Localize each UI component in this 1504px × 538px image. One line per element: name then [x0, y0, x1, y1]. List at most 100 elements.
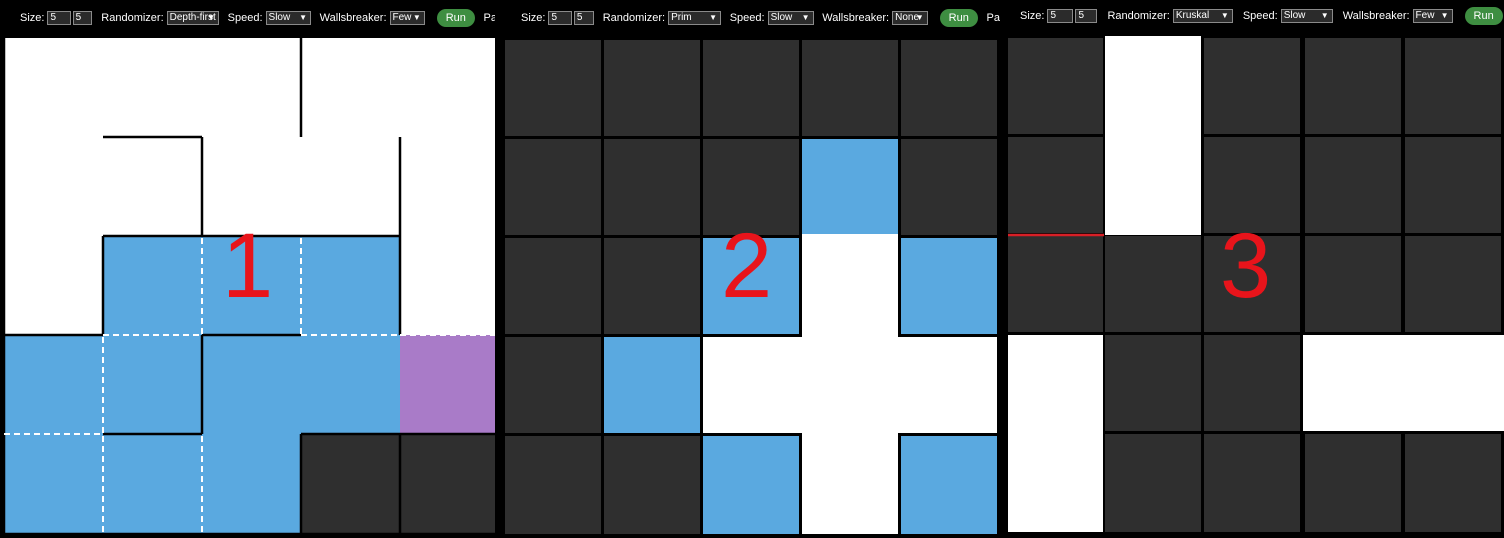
wallsbreaker-select[interactable]: None ▼	[892, 11, 928, 25]
randomizer-label: Randomizer:	[101, 12, 164, 24]
size-width-input[interactable]: 5	[1047, 9, 1074, 23]
maze-panel-1: Size: 5 5 Randomizer: Depth-first ▼ Speed…	[0, 0, 497, 538]
maze-cell	[505, 139, 601, 235]
chevron-down-icon: ▼	[801, 13, 810, 22]
maze-cell	[802, 139, 898, 235]
maze-cell	[1008, 38, 1103, 134]
maze-cell	[202, 434, 302, 534]
maze-cell	[1008, 433, 1103, 532]
maze-cell	[1008, 236, 1103, 332]
speed-value: Slow	[770, 12, 793, 23]
maze-cell	[703, 40, 799, 136]
randomizer-value: Kruskal	[1175, 10, 1210, 21]
run-button[interactable]: Run	[1464, 7, 1503, 25]
wallsbreaker-label: Wallsbreaker:	[319, 12, 387, 24]
randomizer-select[interactable]: Prim ▼	[668, 11, 722, 25]
maze-cell	[202, 335, 302, 435]
maze-cell	[202, 38, 302, 138]
maze-cell	[103, 335, 203, 435]
speed-label: Speed:	[227, 12, 263, 24]
maze-cell	[1305, 434, 1401, 532]
maze-cell	[301, 38, 401, 138]
toolbar: Size: 5 5 Randomizer: Prim ▼ Speed: Slow ▼…	[503, 0, 1000, 36]
size-label: Size:	[20, 12, 45, 24]
maze-cell	[4, 335, 104, 435]
maze-cell	[1105, 134, 1201, 235]
randomizer-value: Prim	[671, 12, 692, 23]
wallsbreaker-value: Few	[1415, 10, 1435, 21]
maze-cell	[505, 337, 601, 433]
chevron-down-icon: ▼	[1440, 11, 1449, 20]
maze-cell	[1305, 236, 1401, 332]
maze-cell	[301, 236, 401, 336]
maze-cell	[802, 238, 898, 334]
maze-cell	[1303, 335, 1403, 431]
maze-cell	[505, 238, 601, 334]
maze-cell	[103, 38, 203, 138]
maze-cell	[1008, 137, 1103, 233]
size-width-input[interactable]: 5	[47, 11, 71, 25]
chevron-down-icon: ▼	[412, 13, 421, 22]
speed-select[interactable]: Slow ▼	[265, 11, 312, 25]
size-height-input[interactable]: 5	[1075, 9, 1098, 23]
maze-cell	[1105, 335, 1201, 431]
randomizer-label: Randomizer:	[602, 12, 666, 24]
toolbar: Size: 5 5 Randomizer: Kruskal ▼ Speed: Sl…	[1006, 0, 1504, 32]
maze-cell	[301, 434, 401, 534]
speed-value: Slow	[1283, 10, 1306, 21]
maze-cell	[4, 137, 104, 237]
run-button[interactable]: Run	[436, 9, 475, 27]
maze-cell	[103, 434, 203, 534]
maze-cell	[802, 40, 898, 136]
randomizer-select[interactable]: Kruskal ▼	[1172, 9, 1233, 23]
maze-cell	[1204, 434, 1300, 532]
randomizer-label: Randomizer:	[1107, 10, 1170, 22]
maze-cell	[1105, 236, 1201, 332]
wallsbreaker-label: Wallsbreaker:	[1342, 10, 1410, 22]
path-label: Pa	[986, 12, 1000, 24]
wallsbreaker-select[interactable]: Few ▼	[1412, 9, 1453, 23]
maze-cell	[1405, 434, 1501, 532]
chevron-down-icon: ▼	[207, 13, 216, 22]
chevron-down-icon: ▼	[709, 13, 718, 22]
maze-cell	[703, 436, 799, 534]
panel-divider	[495, 0, 503, 538]
maze-cell	[505, 40, 601, 136]
maze-cell	[901, 139, 997, 235]
speed-select[interactable]: Slow ▼	[767, 11, 814, 25]
speed-select[interactable]: Slow ▼	[1280, 9, 1333, 23]
maze-cell	[1405, 236, 1501, 332]
maze-cell	[400, 38, 497, 138]
maze-cell	[703, 337, 799, 433]
maze-cell-current	[400, 335, 497, 435]
maze-cell	[1405, 137, 1501, 233]
maze-cell	[1105, 36, 1201, 136]
maze-cell	[400, 137, 497, 237]
randomizer-select[interactable]: Depth-first ▼	[166, 11, 220, 25]
maze-cell	[4, 236, 104, 336]
size-label: Size:	[521, 12, 546, 24]
maze-cell	[4, 38, 104, 138]
chevron-down-icon: ▼	[1320, 11, 1329, 20]
maze-cell	[1204, 335, 1300, 431]
maze-cell	[301, 335, 401, 435]
panel-number-label: 1	[222, 215, 274, 317]
wallsbreaker-select[interactable]: Few ▼	[389, 11, 425, 25]
maze-cell	[4, 434, 104, 534]
maze-cell	[1305, 38, 1401, 134]
size-height-input[interactable]: 5	[573, 11, 594, 25]
maze-cell	[1105, 434, 1201, 532]
maze-cell	[1204, 38, 1300, 134]
maze-cell	[400, 434, 497, 534]
maze-cell	[103, 236, 203, 336]
size-height-input[interactable]: 5	[72, 11, 93, 25]
maze-cell	[604, 238, 700, 334]
size-width-input[interactable]: 5	[548, 11, 572, 25]
maze-cell	[400, 236, 497, 336]
wallsbreaker-value: Few	[392, 12, 412, 23]
run-button[interactable]: Run	[939, 9, 978, 27]
maze-cell	[103, 137, 203, 237]
toolbar: Size: 5 5 Randomizer: Depth-first ▼ Speed…	[0, 0, 497, 36]
maze-cell	[901, 436, 997, 534]
speed-label: Speed:	[1242, 10, 1278, 22]
